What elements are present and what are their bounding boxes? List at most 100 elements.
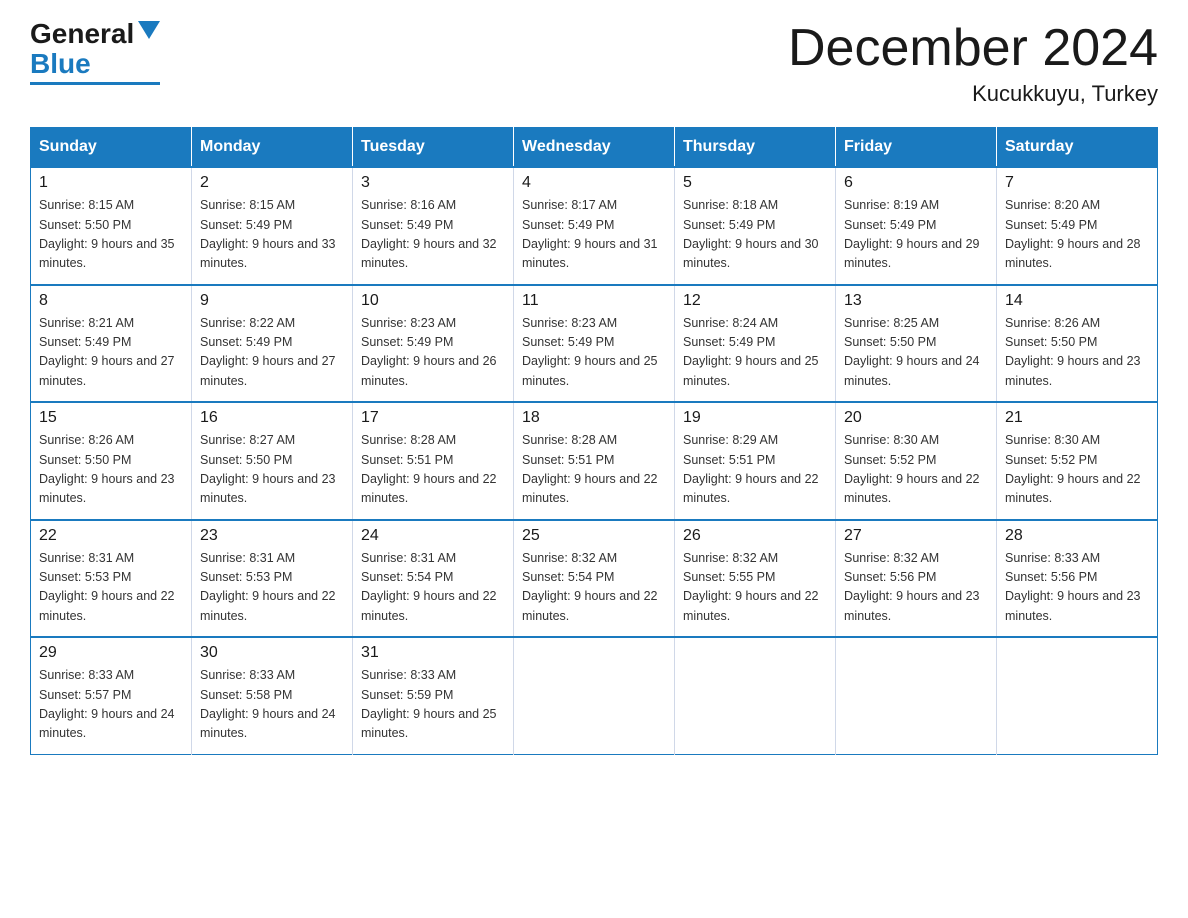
day-info: Sunrise: 8:15 AM Sunset: 5:50 PM Dayligh… [39, 196, 183, 274]
day-number: 30 [200, 644, 344, 662]
logo-general-text: General [30, 20, 134, 48]
day-number: 6 [844, 174, 988, 192]
day-info: Sunrise: 8:30 AM Sunset: 5:52 PM Dayligh… [844, 431, 988, 509]
calendar-day-cell: 6 Sunrise: 8:19 AM Sunset: 5:49 PM Dayli… [836, 167, 997, 285]
calendar-day-cell: 25 Sunrise: 8:32 AM Sunset: 5:54 PM Dayl… [514, 520, 675, 638]
calendar-day-cell: 5 Sunrise: 8:18 AM Sunset: 5:49 PM Dayli… [675, 167, 836, 285]
header-right: December 2024 Kucukkuyu, Turkey [788, 20, 1158, 107]
day-number: 3 [361, 174, 505, 192]
day-info: Sunrise: 8:31 AM Sunset: 5:53 PM Dayligh… [200, 549, 344, 627]
calendar-day-cell: 20 Sunrise: 8:30 AM Sunset: 5:52 PM Dayl… [836, 402, 997, 520]
day-info: Sunrise: 8:17 AM Sunset: 5:49 PM Dayligh… [522, 196, 666, 274]
calendar-day-cell: 12 Sunrise: 8:24 AM Sunset: 5:49 PM Dayl… [675, 285, 836, 403]
calendar-day-cell: 17 Sunrise: 8:28 AM Sunset: 5:51 PM Dayl… [353, 402, 514, 520]
day-number: 24 [361, 527, 505, 545]
day-info: Sunrise: 8:19 AM Sunset: 5:49 PM Dayligh… [844, 196, 988, 274]
day-number: 29 [39, 644, 183, 662]
calendar-day-cell: 28 Sunrise: 8:33 AM Sunset: 5:56 PM Dayl… [997, 520, 1158, 638]
day-number: 23 [200, 527, 344, 545]
calendar-body: 1 Sunrise: 8:15 AM Sunset: 5:50 PM Dayli… [31, 167, 1158, 754]
day-of-week-header: Thursday [675, 128, 836, 168]
calendar-day-cell: 19 Sunrise: 8:29 AM Sunset: 5:51 PM Dayl… [675, 402, 836, 520]
day-of-week-header: Friday [836, 128, 997, 168]
day-number: 16 [200, 409, 344, 427]
calendar-week-row: 1 Sunrise: 8:15 AM Sunset: 5:50 PM Dayli… [31, 167, 1158, 285]
calendar-day-cell: 18 Sunrise: 8:28 AM Sunset: 5:51 PM Dayl… [514, 402, 675, 520]
day-info: Sunrise: 8:32 AM Sunset: 5:54 PM Dayligh… [522, 549, 666, 627]
calendar-day-cell: 22 Sunrise: 8:31 AM Sunset: 5:53 PM Dayl… [31, 520, 192, 638]
calendar-day-cell: 7 Sunrise: 8:20 AM Sunset: 5:49 PM Dayli… [997, 167, 1158, 285]
day-info: Sunrise: 8:33 AM Sunset: 5:58 PM Dayligh… [200, 666, 344, 744]
day-of-week-header: Saturday [997, 128, 1158, 168]
day-number: 7 [1005, 174, 1149, 192]
day-number: 26 [683, 527, 827, 545]
calendar-week-row: 8 Sunrise: 8:21 AM Sunset: 5:49 PM Dayli… [31, 285, 1158, 403]
day-number: 21 [1005, 409, 1149, 427]
days-of-week-row: SundayMondayTuesdayWednesdayThursdayFrid… [31, 128, 1158, 168]
day-number: 27 [844, 527, 988, 545]
calendar-day-cell [997, 637, 1158, 754]
calendar-table: SundayMondayTuesdayWednesdayThursdayFrid… [30, 127, 1158, 755]
day-of-week-header: Wednesday [514, 128, 675, 168]
day-number: 11 [522, 292, 666, 310]
day-number: 10 [361, 292, 505, 310]
day-number: 25 [522, 527, 666, 545]
calendar-day-cell: 10 Sunrise: 8:23 AM Sunset: 5:49 PM Dayl… [353, 285, 514, 403]
day-number: 2 [200, 174, 344, 192]
calendar-day-cell: 23 Sunrise: 8:31 AM Sunset: 5:53 PM Dayl… [192, 520, 353, 638]
day-info: Sunrise: 8:31 AM Sunset: 5:53 PM Dayligh… [39, 549, 183, 627]
calendar-day-cell: 13 Sunrise: 8:25 AM Sunset: 5:50 PM Dayl… [836, 285, 997, 403]
day-number: 9 [200, 292, 344, 310]
day-info: Sunrise: 8:27 AM Sunset: 5:50 PM Dayligh… [200, 431, 344, 509]
day-number: 20 [844, 409, 988, 427]
day-info: Sunrise: 8:33 AM Sunset: 5:56 PM Dayligh… [1005, 549, 1149, 627]
calendar-week-row: 29 Sunrise: 8:33 AM Sunset: 5:57 PM Dayl… [31, 637, 1158, 754]
day-number: 17 [361, 409, 505, 427]
calendar-day-cell: 9 Sunrise: 8:22 AM Sunset: 5:49 PM Dayli… [192, 285, 353, 403]
day-number: 18 [522, 409, 666, 427]
calendar-day-cell: 15 Sunrise: 8:26 AM Sunset: 5:50 PM Dayl… [31, 402, 192, 520]
day-number: 31 [361, 644, 505, 662]
day-info: Sunrise: 8:23 AM Sunset: 5:49 PM Dayligh… [361, 314, 505, 392]
calendar-day-cell: 30 Sunrise: 8:33 AM Sunset: 5:58 PM Dayl… [192, 637, 353, 754]
day-info: Sunrise: 8:16 AM Sunset: 5:49 PM Dayligh… [361, 196, 505, 274]
calendar-day-cell: 16 Sunrise: 8:27 AM Sunset: 5:50 PM Dayl… [192, 402, 353, 520]
day-info: Sunrise: 8:26 AM Sunset: 5:50 PM Dayligh… [1005, 314, 1149, 392]
day-number: 28 [1005, 527, 1149, 545]
day-number: 8 [39, 292, 183, 310]
calendar-day-cell: 26 Sunrise: 8:32 AM Sunset: 5:55 PM Dayl… [675, 520, 836, 638]
day-info: Sunrise: 8:29 AM Sunset: 5:51 PM Dayligh… [683, 431, 827, 509]
day-info: Sunrise: 8:15 AM Sunset: 5:49 PM Dayligh… [200, 196, 344, 274]
day-info: Sunrise: 8:20 AM Sunset: 5:49 PM Dayligh… [1005, 196, 1149, 274]
day-info: Sunrise: 8:21 AM Sunset: 5:49 PM Dayligh… [39, 314, 183, 392]
day-number: 1 [39, 174, 183, 192]
day-info: Sunrise: 8:32 AM Sunset: 5:56 PM Dayligh… [844, 549, 988, 627]
day-info: Sunrise: 8:31 AM Sunset: 5:54 PM Dayligh… [361, 549, 505, 627]
day-number: 5 [683, 174, 827, 192]
calendar-day-cell: 11 Sunrise: 8:23 AM Sunset: 5:49 PM Dayl… [514, 285, 675, 403]
day-info: Sunrise: 8:22 AM Sunset: 5:49 PM Dayligh… [200, 314, 344, 392]
calendar-day-cell: 29 Sunrise: 8:33 AM Sunset: 5:57 PM Dayl… [31, 637, 192, 754]
calendar-day-cell: 8 Sunrise: 8:21 AM Sunset: 5:49 PM Dayli… [31, 285, 192, 403]
calendar-day-cell: 21 Sunrise: 8:30 AM Sunset: 5:52 PM Dayl… [997, 402, 1158, 520]
day-number: 12 [683, 292, 827, 310]
day-info: Sunrise: 8:23 AM Sunset: 5:49 PM Dayligh… [522, 314, 666, 392]
day-info: Sunrise: 8:26 AM Sunset: 5:50 PM Dayligh… [39, 431, 183, 509]
calendar-day-cell: 31 Sunrise: 8:33 AM Sunset: 5:59 PM Dayl… [353, 637, 514, 754]
day-of-week-header: Sunday [31, 128, 192, 168]
logo: General Blue [30, 20, 160, 85]
day-number: 14 [1005, 292, 1149, 310]
day-info: Sunrise: 8:30 AM Sunset: 5:52 PM Dayligh… [1005, 431, 1149, 509]
calendar-day-cell: 4 Sunrise: 8:17 AM Sunset: 5:49 PM Dayli… [514, 167, 675, 285]
calendar-day-cell [675, 637, 836, 754]
calendar-day-cell: 24 Sunrise: 8:31 AM Sunset: 5:54 PM Dayl… [353, 520, 514, 638]
day-info: Sunrise: 8:33 AM Sunset: 5:57 PM Dayligh… [39, 666, 183, 744]
calendar-day-cell [836, 637, 997, 754]
day-number: 4 [522, 174, 666, 192]
calendar-week-row: 22 Sunrise: 8:31 AM Sunset: 5:53 PM Dayl… [31, 520, 1158, 638]
logo-underline [30, 82, 160, 85]
month-title: December 2024 [788, 20, 1158, 77]
calendar-day-cell: 14 Sunrise: 8:26 AM Sunset: 5:50 PM Dayl… [997, 285, 1158, 403]
logo-triangle-icon [138, 21, 160, 39]
day-info: Sunrise: 8:18 AM Sunset: 5:49 PM Dayligh… [683, 196, 827, 274]
